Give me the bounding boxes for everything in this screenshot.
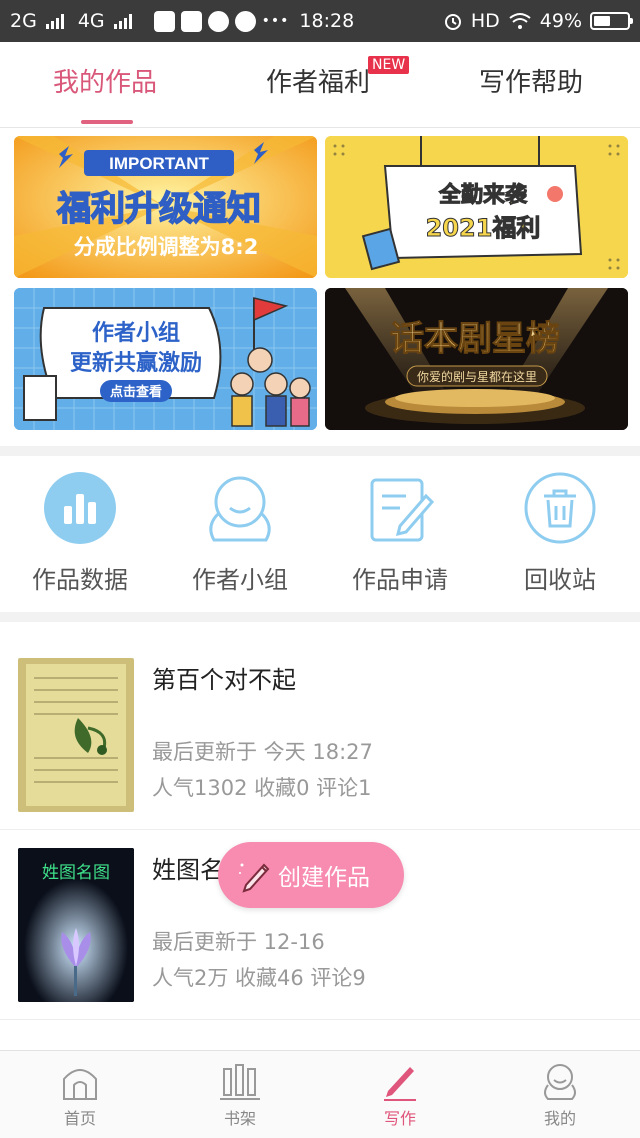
group-icon xyxy=(209,476,271,542)
tool-label: 作品数据 xyxy=(32,566,128,594)
home-icon xyxy=(63,1069,97,1100)
banner-button: 点击查看 xyxy=(110,384,162,400)
network-4g: 4G xyxy=(77,10,105,32)
mail-icon xyxy=(153,10,175,32)
pencil-icon xyxy=(239,863,270,893)
wifi-icon xyxy=(509,13,531,29)
section-divider xyxy=(0,612,640,622)
bottom-nav: 首页 书架 写作 我的 xyxy=(0,1050,640,1138)
nav-label: 写作 xyxy=(383,1109,416,1128)
tool-label: 作者小组 xyxy=(192,566,288,594)
nav-write[interactable]: 写作 xyxy=(320,1061,480,1129)
banner-attendance[interactable]: 全勤来袭 2021福利 xyxy=(325,136,628,278)
media-icon xyxy=(207,10,229,32)
work-title: 第百个对不起 xyxy=(152,666,296,694)
banner-line1: 作者小组 xyxy=(92,320,180,346)
cover-text: 姓图名图 xyxy=(42,863,110,883)
work-updated: 最后更新于 12-16 xyxy=(152,930,325,954)
work-cover xyxy=(18,658,134,812)
tool-works-data[interactable]: 作品数据 xyxy=(0,470,160,595)
bookshelf-icon xyxy=(220,1064,260,1100)
new-badge: NEW xyxy=(368,56,410,74)
banner-author-group[interactable]: 作者小组 更新共赢激励 点击查看 xyxy=(14,288,317,430)
tool-works-apply[interactable]: 作品申请 xyxy=(320,470,480,595)
more-icon: ••• xyxy=(261,13,290,29)
nav-profile[interactable]: 我的 xyxy=(480,1061,640,1129)
banner-line1: 全勤来袭 xyxy=(438,182,528,208)
mail-icon xyxy=(180,10,202,32)
nav-bookshelf[interactable]: 书架 xyxy=(160,1061,320,1129)
tab-label: 作者福利 xyxy=(266,68,371,98)
tool-author-group[interactable]: 作者小组 xyxy=(160,470,320,595)
active-tab-indicator xyxy=(81,120,133,124)
browser-icon xyxy=(234,10,256,32)
pen-icon xyxy=(384,1067,416,1101)
nav-label: 首页 xyxy=(63,1109,96,1128)
work-title: 姓图名 xyxy=(152,856,224,884)
nav-home[interactable]: 首页 xyxy=(0,1061,160,1129)
battery-percent: 49% xyxy=(539,10,582,32)
work-updated: 最后更新于 今天 18:27 xyxy=(152,740,373,764)
tool-label: 作品申请 xyxy=(352,566,448,594)
alarm-icon xyxy=(444,14,461,30)
create-work-button[interactable]: 创建作品 xyxy=(218,842,404,908)
banner-star-ranking[interactable]: 话本剧星榜 你爱的剧与星都在这里 xyxy=(325,288,628,430)
edit-form-icon xyxy=(370,478,435,542)
top-tabs: 我的作品 作者福利 NEW 写作帮助 xyxy=(0,42,640,128)
banner-line2: 更新共赢激励 xyxy=(70,350,202,376)
tab-writing-help[interactable]: 写作帮助 xyxy=(479,62,583,99)
work-stats: 人气2万 收藏46 评论9 xyxy=(152,966,366,990)
list-item[interactable]: 第百个对不起 最后更新于 今天 18:27 人气1302 收藏0 评论1 xyxy=(0,640,640,830)
banner-subtitle: 分成比例调整为8:2 xyxy=(74,235,259,259)
tab-my-works[interactable]: 我的作品 xyxy=(53,62,157,99)
status-bar: 2G 4G ••• 18:28 HD 49% xyxy=(0,0,640,42)
banner-tag: IMPORTANT xyxy=(109,154,209,173)
section-divider xyxy=(0,446,640,456)
nav-label: 书架 xyxy=(223,1109,256,1128)
tab-author-benefits[interactable]: 作者福利 NEW xyxy=(266,56,410,99)
banner-title: 福利升级通知 xyxy=(56,189,261,229)
battery-icon xyxy=(590,12,633,30)
trash-icon xyxy=(524,472,596,544)
work-cover: 姓图名图 xyxy=(18,848,134,1002)
banner-title: 话本剧星榜 xyxy=(390,319,560,359)
hd-indicator: HD xyxy=(470,10,500,32)
banner-subtitle: 你爱的剧与星都在这里 xyxy=(417,369,537,384)
tool-recycle-bin[interactable]: 回收站 xyxy=(480,470,640,595)
clock: 18:28 xyxy=(299,10,355,32)
signal-icon xyxy=(45,13,64,29)
bar-chart-icon xyxy=(44,472,116,544)
network-2g: 2G xyxy=(10,10,37,32)
banner-line2: 2021福利 xyxy=(426,214,541,242)
tool-label: 回收站 xyxy=(524,566,596,594)
nav-label: 我的 xyxy=(543,1109,576,1128)
banner-benefit-upgrade[interactable]: IMPORTANT 福利升级通知 分成比例调整为8:2 xyxy=(14,136,317,278)
work-stats: 人气1302 收藏0 评论1 xyxy=(152,776,372,800)
fab-label: 创建作品 xyxy=(278,865,370,891)
signal-icon xyxy=(113,13,132,29)
profile-icon xyxy=(544,1064,576,1100)
